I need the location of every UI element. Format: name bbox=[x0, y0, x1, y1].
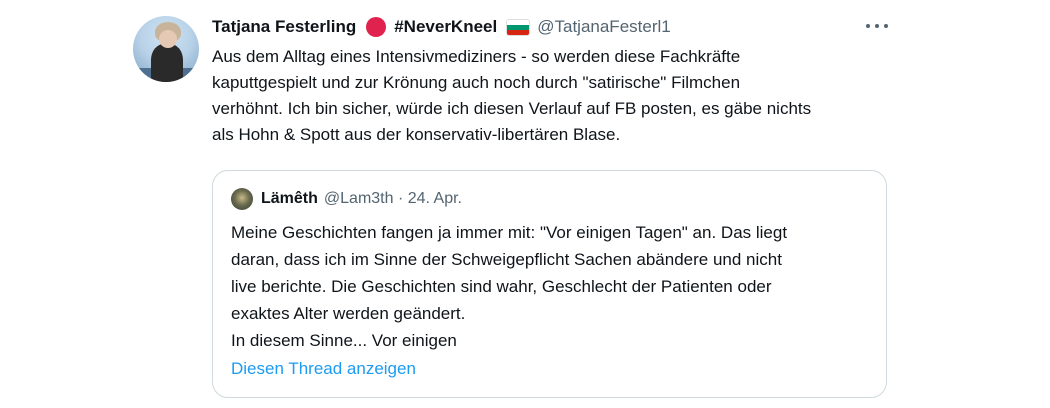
tweet-header: Tatjana Festerling #NeverKneel @TatjanaF… bbox=[212, 14, 671, 40]
quoted-text-line: live berichte. Die Geschichten sind wahr… bbox=[231, 277, 772, 296]
quoted-author-avatar bbox=[231, 188, 253, 210]
red-circle-icon bbox=[366, 17, 387, 37]
quoted-tweet[interactable]: Lämêth @Lam3th · 24. Apr. Meine Geschich… bbox=[212, 170, 887, 398]
author-name-hashtag[interactable]: #NeverKneel bbox=[394, 17, 497, 37]
bulgaria-flag-icon bbox=[507, 19, 530, 35]
quoted-author-handle-date: @Lam3th · 24. Apr. bbox=[323, 190, 462, 207]
tweet-text-line: kaputtgespielt und zur Krönung auch noch… bbox=[212, 73, 741, 92]
quoted-tweet-text: Meine Geschichten fangen ja immer mit: "… bbox=[231, 219, 871, 354]
quoted-tweet-header: Lämêth @Lam3th · 24. Apr. bbox=[231, 188, 462, 210]
tweet: Tatjana Festerling #NeverKneel @TatjanaF… bbox=[0, 0, 1050, 408]
author-avatar[interactable] bbox=[133, 16, 199, 82]
more-options-icon[interactable] bbox=[866, 16, 888, 36]
tweet-text: Aus dem Alltag eines Intensivmediziners … bbox=[212, 44, 902, 148]
quoted-author-name: Lämêth bbox=[261, 190, 318, 207]
author-handle[interactable]: @TatjanaFesterl1 bbox=[537, 17, 671, 37]
quoted-text-line: Meine Geschichten fangen ja immer mit: "… bbox=[231, 223, 788, 242]
tweet-text-line: verhöhnt. Ich bin sicher, würde ich dies… bbox=[212, 99, 812, 118]
tweet-text-line: als Hohn & Spott aus der konservativ-lib… bbox=[212, 125, 621, 144]
author-display-name[interactable]: Tatjana Festerling bbox=[212, 17, 356, 37]
quoted-text-line: exaktes Alter werden geändert. bbox=[231, 304, 466, 323]
quoted-text-line: daran, dass ich im Sinne der Schweigepfl… bbox=[231, 250, 782, 269]
show-thread-link[interactable]: Diesen Thread anzeigen bbox=[231, 359, 416, 379]
quoted-text-line: In diesem Sinne... Vor einigen bbox=[231, 331, 457, 350]
tweet-text-line: Aus dem Alltag eines Intensivmediziners … bbox=[212, 47, 741, 66]
